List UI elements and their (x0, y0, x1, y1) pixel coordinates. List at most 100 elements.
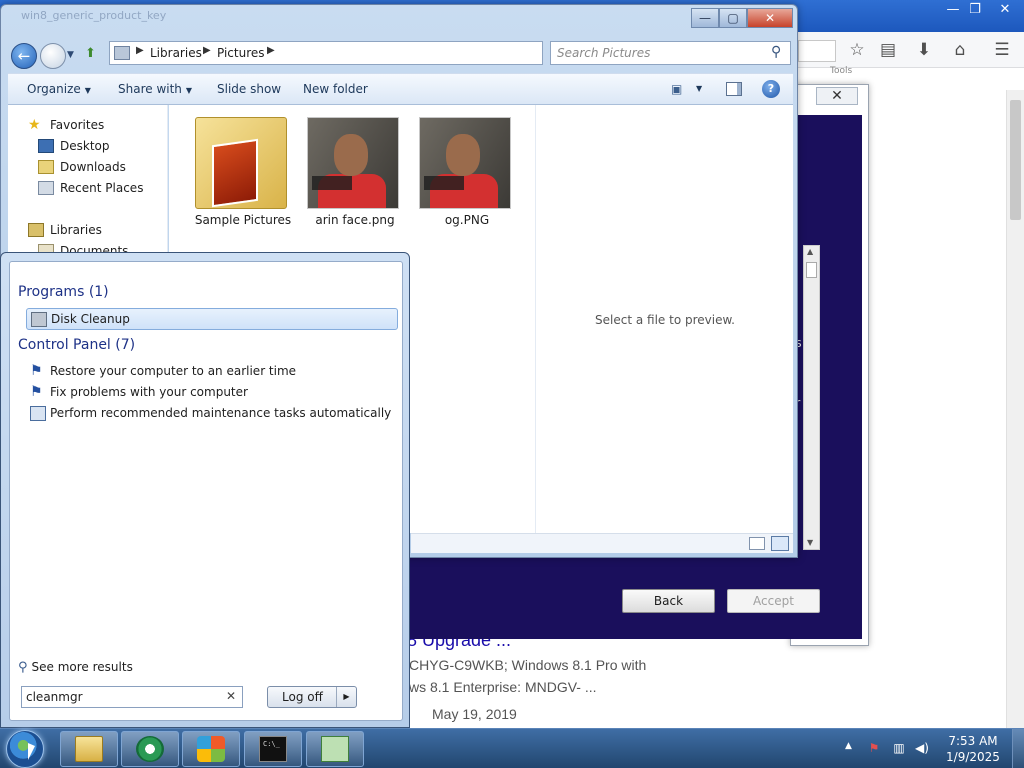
breadcrumb-libraries[interactable]: Libraries (150, 46, 202, 60)
browser-close-button[interactable]: ✕ (990, 0, 1020, 20)
result-maintenance-tasks[interactable]: Perform recommended maintenance tasks au… (26, 403, 398, 425)
preview-pane: Select a file to preview. (535, 105, 793, 553)
file-item[interactable]: Sample Pictures (185, 117, 291, 227)
pictures-library-icon (114, 46, 130, 60)
maximize-button[interactable]: ▢ (719, 8, 747, 28)
minimize-button[interactable]: — (691, 8, 719, 28)
accept-button[interactable]: Accept (727, 589, 820, 613)
action-center-icon[interactable]: ⚑ (866, 740, 882, 756)
upgrade-license-scrollbar[interactable]: ▲ ▼ (803, 245, 820, 550)
setup-tool-icon (321, 736, 349, 762)
details-view-icon[interactable] (749, 537, 765, 550)
search-input[interactable] (557, 45, 763, 61)
clear-search-icon[interactable]: ✕ (226, 689, 236, 703)
recent-pages-dropdown-icon[interactable]: ▼ (67, 50, 74, 60)
details-bar (411, 533, 793, 553)
search-icon[interactable]: ⚲ (771, 44, 781, 60)
result-label: Perform recommended maintenance tasks au… (50, 406, 392, 420)
log-off-button[interactable]: Log off ▶ (267, 686, 357, 708)
result-disk-cleanup[interactable]: Disk Cleanup (26, 308, 398, 330)
share-with-menu[interactable]: Share with ▼ (118, 82, 192, 96)
scroll-up-arrow-icon[interactable]: ▲ (807, 247, 813, 256)
start-search-box[interactable]: ✕ (21, 686, 243, 708)
clock[interactable]: 7:53 AM 1/9/2025 (940, 733, 1006, 765)
thumbnail-overlay (312, 176, 352, 190)
view-options-dropdown-icon[interactable]: ▼ (696, 84, 702, 93)
taskbar-app-cmd[interactable] (244, 731, 302, 767)
shutdown-options-arrow-icon[interactable]: ▶ (336, 687, 356, 707)
favorites-star-icon: ★ (28, 117, 41, 133)
help-icon[interactable]: ? (762, 80, 780, 98)
new-folder-button[interactable]: New folder (303, 82, 368, 96)
close-button[interactable]: ✕ (747, 8, 793, 28)
slide-show-button[interactable]: Slide show (217, 82, 281, 96)
image-thumbnail (307, 117, 399, 209)
mouse-cursor-icon (28, 743, 35, 760)
breadcrumb-separator-icon[interactable]: ▶ (136, 45, 144, 56)
taskbar: ▲ ⚑ ▥ ◀) 7:53 AM 1/9/2025 (0, 728, 1024, 768)
search-box[interactable]: ⚲ (550, 41, 791, 65)
taskbar-app-setup[interactable] (182, 731, 240, 767)
scroll-down-arrow-icon[interactable]: ▼ (807, 538, 813, 547)
nav-downloads-label: Downloads (60, 160, 126, 174)
nav-recent-places-label: Recent Places (60, 181, 144, 195)
folder-icon (195, 117, 287, 209)
breadcrumb-pictures[interactable]: Pictures (217, 46, 265, 60)
home-icon[interactable]: ⌂ (949, 40, 971, 60)
image-thumbnail (419, 117, 511, 209)
up-folder-icon[interactable]: ⬆ (85, 46, 103, 64)
nav-favorites-label: Favorites (50, 118, 105, 132)
browser-maximize-button[interactable]: ❐ (960, 0, 990, 20)
taskbar-app-tool[interactable] (306, 731, 364, 767)
file-item[interactable]: arin face.png (297, 117, 399, 227)
browser-spacer (946, 0, 947, 20)
thumbnail-face (334, 134, 368, 176)
browser-scroll-thumb[interactable] (1010, 100, 1021, 220)
preview-pane-toggle-icon[interactable] (726, 82, 742, 96)
control-panel-group-header[interactable]: Control Panel (7) (18, 337, 135, 353)
breadcrumb-separator-icon[interactable]: ▶ (267, 45, 275, 56)
organize-label: Organize (27, 82, 81, 96)
menu-hamburger-icon[interactable]: ☰ (991, 40, 1013, 60)
taskbar-app-chrome[interactable] (121, 731, 179, 767)
result-fix-problems[interactable]: ⚑ Fix problems with your computer (26, 382, 398, 404)
programs-group-header[interactable]: Programs (1) (18, 284, 109, 300)
bookmark-star-icon[interactable]: ☆ (846, 40, 868, 60)
share-with-label: Share with (118, 82, 182, 96)
clock-time: 7:53 AM (948, 734, 998, 748)
download-arrow-icon[interactable]: ⬇ (913, 40, 935, 60)
action-center-flag-icon: ⚑ (30, 384, 43, 400)
upgrade-scroll-thumb[interactable] (806, 262, 817, 278)
windows-explorer-icon (75, 736, 103, 762)
back-button[interactable]: Back (622, 589, 715, 613)
show-desktop-button[interactable] (1012, 729, 1024, 768)
browser-scrollbar[interactable] (1006, 90, 1024, 728)
browser-tools-label: Tools (830, 66, 853, 76)
address-bar[interactable]: ▶ Libraries ▶ Pictures ▶ ▼ ⟳ (109, 41, 645, 65)
reading-list-icon[interactable]: ▤ (877, 40, 899, 60)
start-search-input[interactable] (26, 689, 222, 705)
back-arrow-icon[interactable]: ← (11, 43, 37, 69)
file-item[interactable]: og.PNG (409, 117, 511, 227)
upgrade-close-button[interactable]: ✕ (816, 87, 858, 105)
large-icons-view-icon[interactable] (771, 536, 789, 551)
result-restore-computer[interactable]: ⚑ Restore your computer to an earlier ti… (26, 361, 398, 383)
volume-icon[interactable]: ◀) (914, 740, 930, 756)
organize-menu[interactable]: Organize ▼ (27, 82, 91, 96)
forward-arrow-icon[interactable] (40, 43, 66, 69)
breadcrumb-separator-icon[interactable]: ▶ (203, 45, 211, 56)
file-name: Sample Pictures (194, 213, 292, 227)
change-view-icon[interactable]: ▣ (671, 82, 682, 96)
thumbnail-overlay (424, 176, 464, 190)
taskbar-app-explorer[interactable] (60, 731, 118, 767)
preview-placeholder-text: Select a file to preview. (595, 313, 735, 327)
start-button[interactable] (6, 730, 44, 768)
show-hidden-icons-icon[interactable]: ▲ (845, 741, 852, 751)
libraries-icon (28, 223, 44, 237)
see-more-label: See more results (31, 660, 133, 674)
log-off-label: Log off (282, 690, 323, 704)
action-center-flag-icon: ⚑ (30, 363, 43, 379)
start-menu-results: Programs (1) Disk Cleanup Control Panel … (9, 261, 403, 721)
browser-url-field[interactable] (798, 40, 836, 62)
network-icon[interactable]: ▥ (891, 740, 907, 756)
